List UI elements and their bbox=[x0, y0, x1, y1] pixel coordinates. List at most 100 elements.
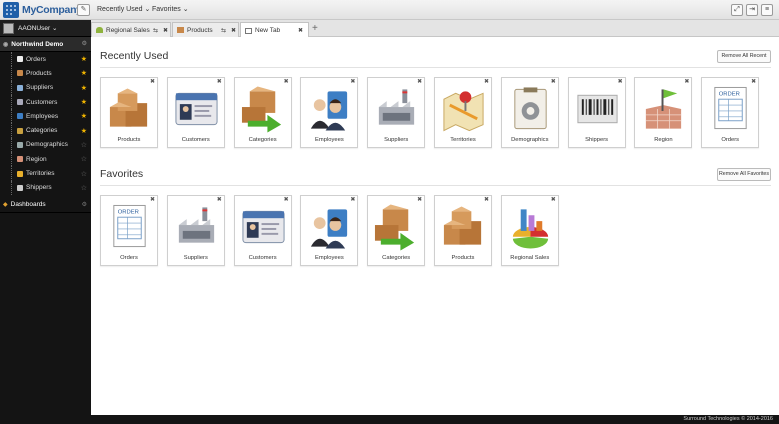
favorite-card-products[interactable]: ✖ Products bbox=[434, 195, 492, 266]
close-icon[interactable]: ✖ bbox=[350, 78, 355, 85]
close-icon[interactable]: ✖ bbox=[417, 78, 422, 85]
sidebar-section-dashboards[interactable]: ◆ Dashboards ⚙ bbox=[0, 198, 91, 213]
favorite-star-icon[interactable]: ★ bbox=[81, 98, 87, 106]
regional-sales-icon bbox=[512, 209, 548, 249]
settings-icon[interactable]: ⚙ bbox=[82, 40, 87, 47]
fullscreen-icon[interactable]: ⤢ bbox=[731, 4, 743, 16]
favorite-card-customers[interactable]: ✖ Customers bbox=[233, 195, 292, 266]
favorite-card-categories[interactable]: ✖ Categories bbox=[367, 195, 426, 266]
add-tab-icon[interactable]: + bbox=[312, 23, 318, 34]
close-icon[interactable]: ✖ bbox=[298, 27, 303, 34]
recent-card-employees[interactable]: ✖ Employees bbox=[300, 77, 359, 148]
sidebar-item-products[interactable]: Products ★ bbox=[0, 66, 91, 81]
favorite-star-icon[interactable]: ★ bbox=[81, 127, 87, 135]
card-label: Territories bbox=[450, 137, 476, 143]
employees-icon bbox=[17, 113, 23, 120]
recent-card-shippers[interactable]: ✖ Shippers bbox=[567, 77, 626, 148]
close-icon[interactable]: ✖ bbox=[217, 78, 222, 85]
close-icon[interactable]: ✖ bbox=[417, 196, 422, 203]
tree-line bbox=[11, 137, 12, 153]
tab-products[interactable]: Products ⇆ ✖ bbox=[172, 22, 239, 37]
edit-icon[interactable]: ✎ bbox=[77, 4, 90, 16]
sidebar-item-categories[interactable]: Categories ★ bbox=[0, 123, 91, 138]
tab-label: Regional Sales bbox=[106, 26, 150, 34]
favorite-star-icon[interactable]: ★ bbox=[81, 112, 87, 120]
favorite-star-icon[interactable]: ☆ bbox=[81, 170, 87, 178]
close-icon[interactable]: ✖ bbox=[217, 196, 222, 203]
favorite-star-icon[interactable]: ★ bbox=[81, 55, 87, 63]
sidebar-item-employees[interactable]: Employees ★ bbox=[0, 109, 91, 124]
close-icon[interactable]: ✖ bbox=[150, 78, 155, 85]
user-menu[interactable]: AAONUser ⌄ bbox=[0, 20, 91, 37]
tab-label: Products bbox=[187, 26, 213, 34]
sidebar-item-label: Customers bbox=[26, 98, 58, 106]
close-icon[interactable]: ✖ bbox=[551, 78, 556, 85]
close-icon[interactable]: ✖ bbox=[684, 78, 689, 85]
card-label: Employees bbox=[315, 255, 344, 261]
favorite-card-orders[interactable]: ✖ ORDER Orders bbox=[100, 195, 158, 266]
categories-icon bbox=[17, 127, 23, 134]
close-icon[interactable]: ✖ bbox=[231, 27, 236, 34]
remove-all-favorites-button[interactable]: Remove All Favorites bbox=[717, 168, 771, 181]
close-icon[interactable]: ✖ bbox=[284, 78, 289, 85]
close-icon[interactable]: ✖ bbox=[163, 27, 168, 34]
close-icon[interactable]: ✖ bbox=[484, 196, 489, 203]
close-icon[interactable]: ✖ bbox=[751, 78, 756, 85]
favorite-star-icon[interactable]: ★ bbox=[81, 84, 87, 92]
sidebar-item-region[interactable]: Region ☆ bbox=[0, 152, 91, 167]
favorite-star-icon[interactable]: ☆ bbox=[81, 155, 87, 163]
recent-card-customers[interactable]: ✖ Customers bbox=[166, 77, 225, 148]
shippers-icon bbox=[577, 94, 618, 124]
tree-line bbox=[11, 94, 12, 110]
pin-icon[interactable]: ⇆ bbox=[153, 27, 158, 34]
card-label: Products bbox=[451, 255, 475, 261]
favorite-card-suppliers[interactable]: ✖ Suppliers bbox=[166, 195, 225, 266]
recent-card-suppliers[interactable]: ✖ Suppliers bbox=[367, 77, 426, 148]
sidebar-item-shippers[interactable]: Shippers ☆ bbox=[0, 180, 91, 195]
card-label: Categories bbox=[382, 255, 411, 261]
recent-card-region[interactable]: ✖ Region bbox=[634, 77, 693, 148]
recently-used-menu[interactable]: Recently Used ⌄ bbox=[97, 5, 150, 13]
close-icon[interactable]: ✖ bbox=[150, 196, 155, 203]
favorite-card-employees[interactable]: ✖ Employees bbox=[300, 195, 359, 266]
close-icon[interactable]: ✖ bbox=[551, 196, 556, 203]
favorites-menu[interactable]: Favorites ⌄ bbox=[152, 5, 189, 13]
sidebar-item-demographics[interactable]: Demographics ☆ bbox=[0, 137, 91, 153]
orders-icon: ORDER bbox=[113, 204, 146, 248]
categories-icon bbox=[241, 86, 281, 133]
close-icon[interactable]: ✖ bbox=[484, 78, 489, 85]
menu-icon[interactable]: ≡ bbox=[761, 4, 773, 16]
sidebar-section-northwind[interactable]: ◉ Northwind Demo ⚙ bbox=[0, 37, 91, 52]
tree-line bbox=[11, 123, 12, 138]
settings-icon[interactable]: ⚙ bbox=[82, 201, 87, 208]
favorite-star-icon[interactable]: ☆ bbox=[81, 141, 87, 149]
sidebar-item-territories[interactable]: Territories ☆ bbox=[0, 166, 91, 181]
close-icon[interactable]: ✖ bbox=[350, 196, 355, 203]
tab-regional-sales[interactable]: Regional Sales ⇆ ✖ bbox=[91, 22, 171, 37]
favorite-card-regional-sales[interactable]: ✖ Regional Sales bbox=[500, 195, 559, 266]
tab-bar: Regional Sales ⇆ ✖ Products ⇆ ✖ New Tab … bbox=[91, 20, 779, 38]
recent-card-products[interactable]: ✖ Products bbox=[100, 77, 158, 148]
orders-icon bbox=[17, 56, 23, 63]
pin-icon[interactable]: ⇆ bbox=[221, 27, 226, 34]
sidebar-item-orders[interactable]: Orders ★ bbox=[0, 52, 91, 67]
main-content: Recently Used Remove All Recent ✖ Product… bbox=[91, 37, 779, 415]
tab-new-tab[interactable]: New Tab ✖ bbox=[240, 22, 309, 38]
card-label: Region bbox=[654, 137, 673, 143]
tree-line bbox=[11, 80, 12, 95]
favorite-star-icon[interactable]: ★ bbox=[81, 69, 87, 77]
company-logo[interactable]: MyCompany bbox=[3, 2, 82, 18]
close-icon[interactable]: ✖ bbox=[284, 196, 289, 203]
demographics-icon bbox=[514, 87, 547, 130]
sidebar-item-label: Demographics bbox=[26, 141, 68, 149]
sidebar-item-customers[interactable]: Customers ★ bbox=[0, 94, 91, 110]
recent-card-territories[interactable]: ✖ Territories bbox=[434, 77, 492, 148]
recent-card-categories[interactable]: ✖ Categories bbox=[233, 77, 292, 148]
sidebar-item-suppliers[interactable]: Suppliers ★ bbox=[0, 80, 91, 95]
close-icon[interactable]: ✖ bbox=[618, 78, 623, 85]
recent-card-demographics[interactable]: ✖ Demographics bbox=[500, 77, 559, 148]
favorite-star-icon[interactable]: ☆ bbox=[81, 184, 87, 192]
recent-card-orders[interactable]: ✖ ORDER Orders bbox=[701, 77, 760, 148]
remove-all-recent-button[interactable]: Remove All Recent bbox=[717, 50, 771, 63]
logout-icon[interactable]: ⇥ bbox=[746, 4, 758, 16]
